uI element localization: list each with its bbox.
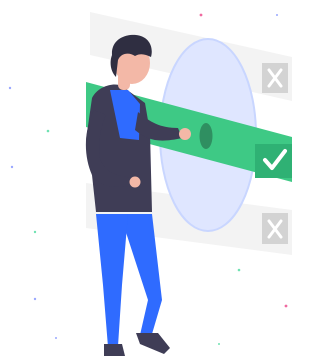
- front-shoe: [104, 344, 125, 356]
- back-shoe: [136, 333, 170, 354]
- hand: [179, 128, 191, 140]
- toggle-knob-icon: [199, 123, 213, 149]
- onboarding-illustration: [0, 0, 308, 357]
- check-box: [255, 144, 292, 178]
- illustration-svg: [8, 12, 292, 356]
- side-hand: [129, 176, 141, 188]
